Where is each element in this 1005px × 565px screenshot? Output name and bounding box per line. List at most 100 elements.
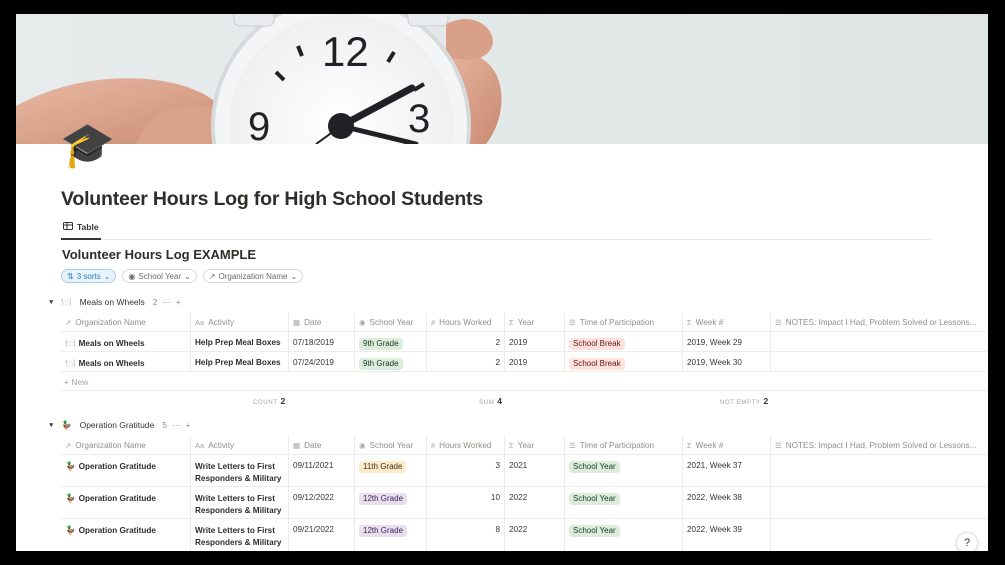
school-year-cell[interactable]: 12th Grade	[355, 487, 427, 518]
week-cell[interactable]: 2021, Week 37	[683, 455, 771, 486]
time-of-participation-cell[interactable]: School Year	[565, 487, 683, 518]
sorts-chip[interactable]: ⇅ 3 sorts ⌄	[61, 269, 117, 283]
date-cell[interactable]: 09/12/2022	[289, 487, 355, 518]
page-title[interactable]: Volunteer Hours Log for High School Stud…	[61, 188, 483, 211]
school-year-cell[interactable]: 9th Grade	[355, 352, 427, 371]
calc-sum[interactable]: SUM 4	[479, 396, 502, 406]
database-title[interactable]: Volunteer Hours Log EXAMPLE	[62, 247, 256, 262]
organization-filter-chip[interactable]: ↗ Organization Name ⌄	[202, 269, 304, 283]
column-header-week[interactable]: Σ Week #	[683, 313, 771, 331]
column-header-year[interactable]: Σ Year	[505, 436, 565, 454]
add-icon[interactable]: +	[176, 297, 181, 307]
group-name: Operation Gratitude	[79, 420, 155, 430]
notes-cell[interactable]	[771, 352, 988, 371]
column-header-time-of-participation[interactable]: ☰ Time of Participation	[565, 313, 683, 331]
graduation-cap-icon[interactable]: 🎓	[60, 122, 115, 170]
school-year-cell[interactable]: 12th Grade	[355, 519, 427, 551]
hours-cell[interactable]: 8	[427, 519, 505, 551]
date-cell[interactable]: 09/11/2021	[289, 455, 355, 486]
column-header-school-year[interactable]: ◉ School Year	[355, 436, 427, 454]
column-header-year[interactable]: Σ Year	[505, 313, 565, 331]
column-label: NOTES: Impact I Had, Problem Solved or L…	[785, 440, 977, 450]
activity-cell[interactable]: Write Letters to First Responders & Milit…	[191, 487, 289, 518]
column-label: Date	[304, 317, 322, 327]
date-cell[interactable]: 07/24/2019	[289, 352, 355, 371]
calc-not-empty-label: NOT EMPTY	[720, 399, 761, 406]
column-header-school-year[interactable]: ◉ School Year	[355, 313, 427, 331]
cover-image[interactable]: 12 3 9	[16, 14, 988, 144]
organization-cell[interactable]: 🍽️ Meals on Wheels	[61, 332, 191, 351]
calc-not-empty[interactable]: NOT EMPTY 2	[720, 396, 768, 406]
column-header-activity[interactable]: Aa Activity	[191, 436, 289, 454]
year-cell[interactable]: 2019	[505, 352, 565, 371]
notes-cell[interactable]	[771, 519, 988, 551]
tab-table[interactable]: Table	[61, 220, 101, 240]
help-button[interactable]: ?	[956, 532, 978, 551]
hours-cell[interactable]: 2	[427, 332, 505, 351]
group-header-meals-on-wheels[interactable]: ▼ 🍽️ Meals on Wheels 2 ⋯ +	[48, 295, 181, 309]
date-cell[interactable]: 09/21/2022	[289, 519, 355, 551]
time-of-participation-cell[interactable]: School Break	[565, 332, 683, 351]
column-header-date[interactable]: ▦ Date	[289, 313, 355, 331]
column-header-organization-name[interactable]: ↗ Organization Name	[61, 313, 191, 331]
table-row[interactable]: 🦆 Operation Gratitude Write Letters to Fi…	[61, 455, 988, 487]
hours-cell[interactable]: 2	[427, 352, 505, 371]
year-cell[interactable]: 2022	[505, 487, 565, 518]
collapse-triangle-icon[interactable]: ▼	[48, 299, 56, 306]
week-cell[interactable]: 2022, Week 39	[683, 519, 771, 551]
table-row[interactable]: 🦆 Operation Gratitude Write Letters to Fi…	[61, 519, 988, 551]
more-options-icon[interactable]: ⋯	[172, 420, 181, 431]
school-year-filter-chip[interactable]: ◉ School Year ⌄	[122, 269, 197, 283]
collapse-triangle-icon[interactable]: ▼	[48, 422, 56, 429]
column-header-notes[interactable]: ☰ NOTES: Impact I Had, Problem Solved or …	[771, 436, 988, 454]
school-year-cell[interactable]: 11th Grade	[355, 455, 427, 486]
activity-cell[interactable]: Help Prep Meal Boxes	[191, 352, 289, 371]
school-year-cell[interactable]: 9th Grade	[355, 332, 427, 351]
text-type-icon: Aa	[195, 440, 205, 450]
column-header-organization-name[interactable]: ↗ Organization Name	[61, 436, 191, 454]
column-label: Time of Participation	[579, 317, 655, 327]
column-header-notes[interactable]: ☰ NOTES: Impact I Had, Problem Solved or …	[771, 313, 988, 331]
activity-cell[interactable]: Write Letters to First Responders & Milit…	[191, 455, 289, 486]
column-header-hours-worked[interactable]: # Hours Worked	[427, 313, 505, 331]
column-header-week[interactable]: Σ Week #	[683, 436, 771, 454]
organization-cell[interactable]: 🦆 Operation Gratitude	[61, 519, 191, 551]
organization-cell[interactable]: 🦆 Operation Gratitude	[61, 455, 191, 486]
time-tag: School Break	[569, 338, 625, 350]
table-row[interactable]: 🦆 Operation Gratitude Write Letters to Fi…	[61, 487, 988, 519]
chevron-down-icon: ⌄	[290, 271, 298, 281]
notes-cell[interactable]	[771, 332, 988, 351]
hours-cell[interactable]: 10	[427, 487, 505, 518]
time-of-participation-cell[interactable]: School Year	[565, 455, 683, 486]
activity-cell[interactable]: Write Letters to First Responders & Milit…	[191, 519, 289, 551]
new-row-button[interactable]: + New	[64, 377, 88, 387]
week-cell[interactable]: 2019, Week 30	[683, 352, 771, 371]
table-row[interactable]: 🍽️ Meals on Wheels Help Prep Meal Boxes 0…	[61, 352, 988, 372]
organization-cell[interactable]: 🍽️ Meals on Wheels	[61, 352, 191, 371]
column-header-activity[interactable]: Aa Activity	[191, 313, 289, 331]
year-cell[interactable]: 2022	[505, 519, 565, 551]
group-header-operation-gratitude[interactable]: ▼ 🦆 Operation Gratitude 5 ⋯ +	[48, 418, 190, 432]
more-options-icon[interactable]: ⋯	[163, 297, 172, 308]
column-header-time-of-participation[interactable]: ☰ Time of Participation	[565, 436, 683, 454]
date-cell[interactable]: 07/18/2019	[289, 332, 355, 351]
time-of-participation-cell[interactable]: School Break	[565, 352, 683, 371]
hours-cell[interactable]: 3	[427, 455, 505, 486]
notes-cell[interactable]	[771, 455, 988, 486]
column-header-hours-worked[interactable]: # Hours Worked	[427, 436, 505, 454]
table-row[interactable]: 🍽️ Meals on Wheels Help Prep Meal Boxes 0…	[61, 332, 988, 352]
week-cell[interactable]: 2019, Week 29	[683, 332, 771, 351]
add-icon[interactable]: +	[185, 420, 190, 430]
column-header-date[interactable]: ▦ Date	[289, 436, 355, 454]
time-tag: School Year	[569, 525, 620, 537]
notes-cell[interactable]	[771, 487, 988, 518]
year-cell[interactable]: 2019	[505, 332, 565, 351]
calc-sum-label: SUM	[479, 399, 495, 406]
organization-cell[interactable]: 🦆 Operation Gratitude	[61, 487, 191, 518]
activity-cell[interactable]: Help Prep Meal Boxes	[191, 332, 289, 351]
list-icon: ☰	[775, 317, 782, 327]
year-cell[interactable]: 2021	[505, 455, 565, 486]
week-cell[interactable]: 2022, Week 38	[683, 487, 771, 518]
time-of-participation-cell[interactable]: School Year	[565, 519, 683, 551]
calc-count[interactable]: COUNT 2	[253, 396, 285, 406]
